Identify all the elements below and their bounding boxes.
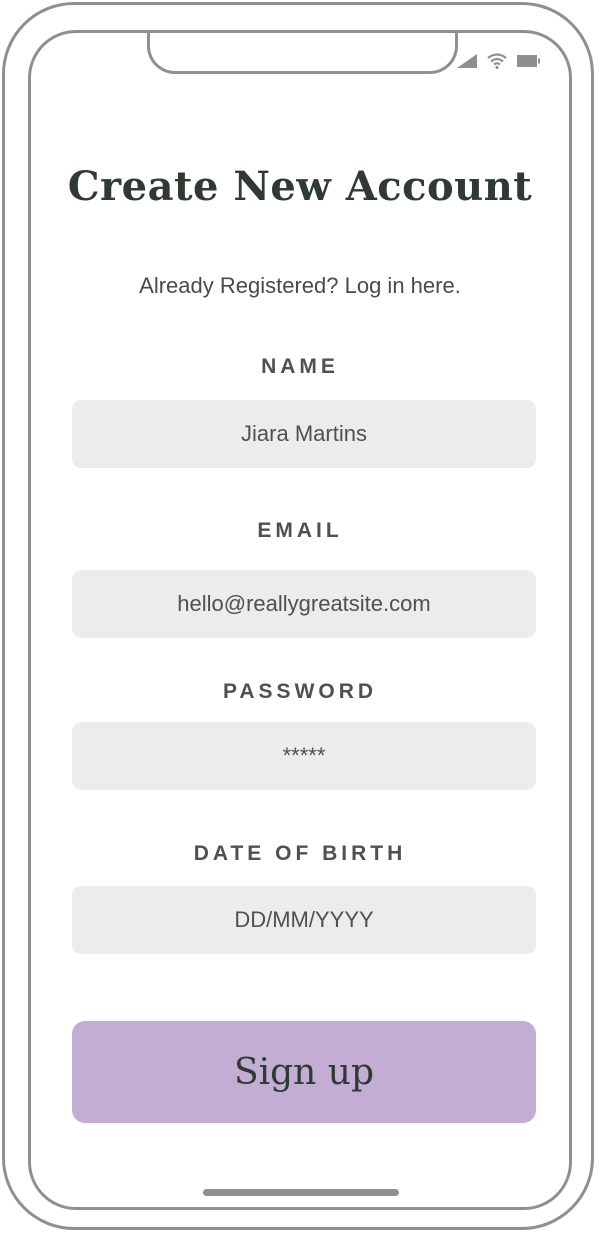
wifi-icon [487, 53, 507, 69]
home-indicator [203, 1189, 399, 1196]
email-label: EMAIL [257, 519, 343, 542]
password-input[interactable] [72, 722, 536, 790]
phone-screen: Create New Account Already Registered? L… [28, 30, 572, 1210]
name-label: NAME [261, 355, 339, 378]
status-bar [457, 53, 541, 69]
signup-button[interactable]: Sign up [72, 1021, 536, 1123]
password-label: PASSWORD [222, 680, 378, 703]
name-input[interactable] [72, 400, 536, 468]
dob-input[interactable] [72, 886, 536, 954]
page-title: Create New Account [67, 163, 533, 210]
email-input[interactable] [72, 570, 536, 638]
battery-icon [517, 55, 540, 67]
signal-icon [457, 54, 477, 68]
dob-label: DATE OF BIRTH [193, 842, 407, 865]
notch [147, 33, 458, 74]
login-link[interactable]: Already Registered? Log in here. [31, 273, 569, 299]
